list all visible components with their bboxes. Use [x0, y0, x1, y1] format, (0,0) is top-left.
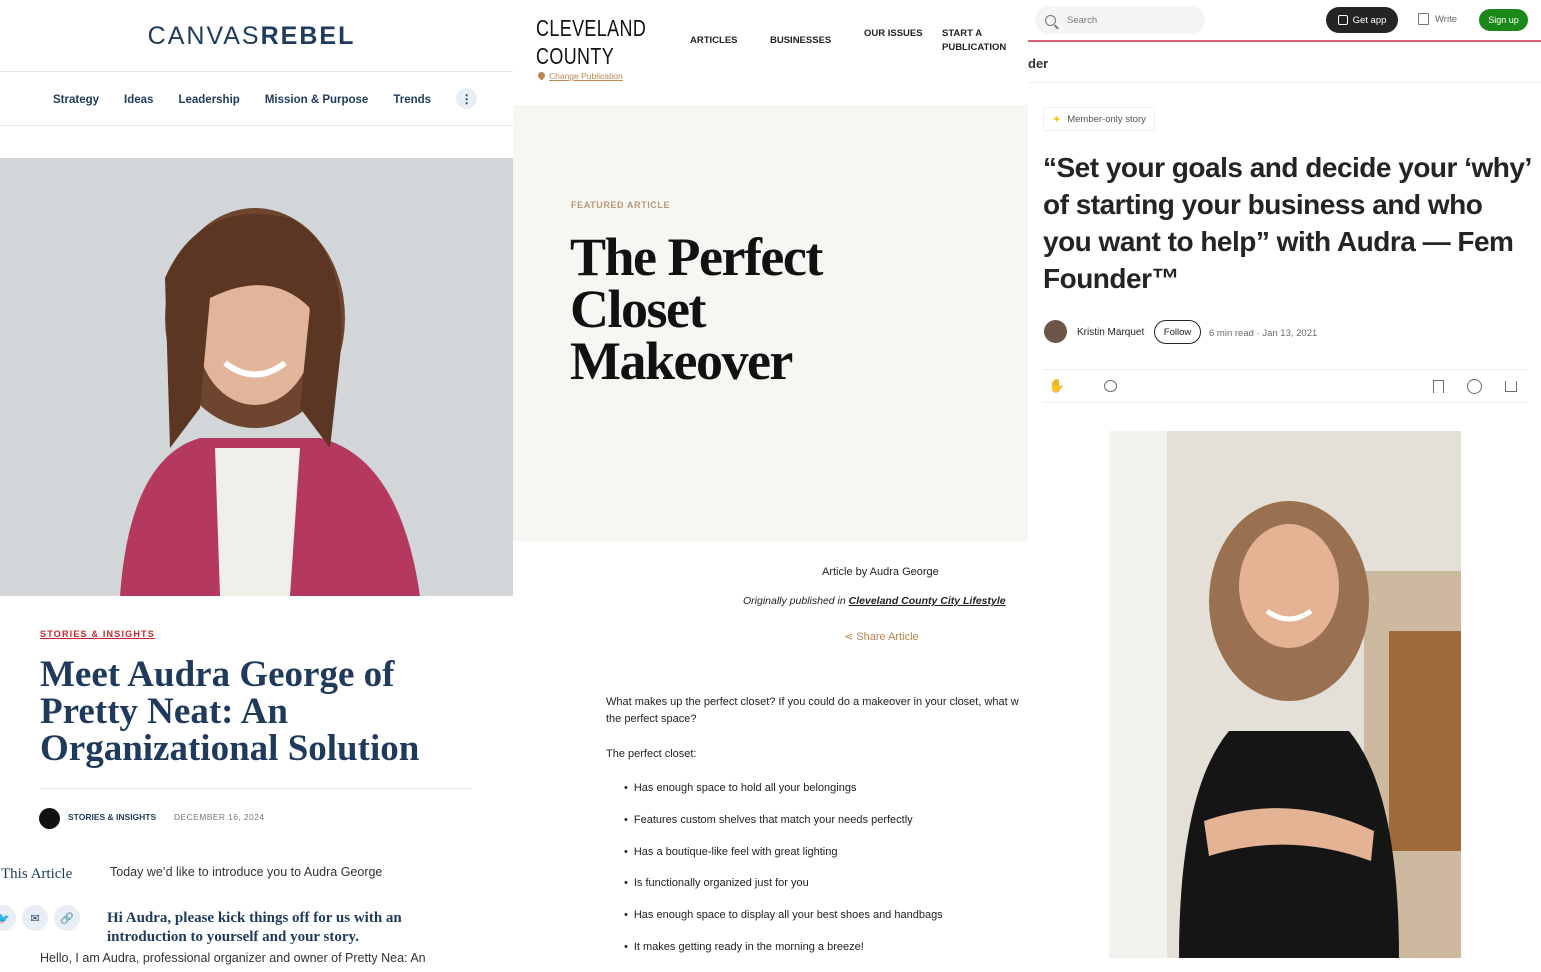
article-title: The Perfect Closet Makeover	[570, 227, 823, 391]
divider	[1028, 82, 1541, 83]
question-heading: Hi Audra, please kick things off for us …	[107, 910, 402, 945]
logo-bold-text: REBEL	[260, 22, 356, 50]
byline: Article by Audra George	[822, 566, 939, 578]
share-icon[interactable]	[1503, 378, 1519, 394]
search-placeholder: Search	[1067, 14, 1098, 26]
answer-text: Hello, I am Audra, professional organize…	[40, 951, 426, 965]
category-label[interactable]: STORIES & INSIGHTS	[40, 629, 155, 639]
search-icon	[1045, 14, 1056, 26]
article-title: “Set your goals and decide your ‘why’ of…	[1043, 152, 1531, 294]
bookmark-icon[interactable]	[1430, 378, 1446, 394]
article-meta: 6 min read · Jan 13, 2021	[1209, 328, 1317, 339]
publish-date: Jan 13, 2021	[1262, 328, 1318, 339]
search-input[interactable]: Search	[1035, 6, 1205, 34]
nav-leadership[interactable]: Leadership	[178, 94, 239, 106]
member-badge-label: Member-only story	[1067, 113, 1146, 125]
list-item: It makes getting ready in the morning a …	[624, 940, 943, 972]
write-button[interactable]: Write	[1418, 13, 1457, 25]
star-icon: ✦	[1052, 113, 1062, 126]
publication-name-partial[interactable]: der	[1028, 56, 1048, 71]
divider	[1043, 369, 1528, 370]
write-label: Write	[1435, 13, 1457, 25]
divider	[0, 71, 513, 72]
read-time: 6 min read	[1209, 328, 1254, 339]
paragraph-line: What makes up the perfect closet? If you…	[606, 696, 1019, 708]
location-pin-icon	[536, 70, 547, 81]
publication-link[interactable]: Cleveland County City Lifestyle	[849, 595, 1006, 607]
list-item: Has enough space to hold all your belong…	[624, 781, 943, 813]
comment-icon[interactable]	[1102, 378, 1118, 394]
twitter-icon[interactable]: 🐦	[0, 905, 16, 931]
article-body: What makes up the perfect closet? If you…	[606, 694, 1028, 781]
logo-text: CLEVELAND COUNTY	[536, 15, 647, 69]
publish-date: DECEMBER 16, 2024	[174, 812, 265, 822]
author-name[interactable]: Kristin Marquet	[1077, 327, 1144, 338]
get-app-label: Get app	[1352, 14, 1387, 26]
get-app-button[interactable]: Get app	[1326, 7, 1398, 33]
paragraph: The perfect closet:	[606, 748, 697, 760]
list-item: Has enough space to display all your bes…	[624, 908, 943, 940]
accent-divider	[1028, 40, 1541, 42]
nav-mission-purpose[interactable]: Mission & Purpose	[265, 94, 369, 106]
sidebar-label: This Article	[1, 866, 73, 882]
closet-features-list: Has enough space to hold all your belong…	[624, 781, 943, 972]
main-nav: ARTICLES BUSINESSES OUR ISSUES START A P…	[690, 27, 1022, 55]
canvasrebel-panel: CANVASREBEL Strategy Ideas Leadership Mi…	[0, 0, 513, 972]
nav-start-publication[interactable]: START A PUBLICATION	[942, 27, 1022, 55]
cleveland-logo[interactable]: CLEVELAND COUNTY	[536, 14, 653, 70]
change-publication-link[interactable]: Change Publication	[536, 70, 623, 81]
more-vertical-icon[interactable]: ⋮	[456, 88, 478, 109]
share-icon: ⋖	[844, 631, 854, 643]
play-icon[interactable]	[1466, 378, 1482, 394]
paragraph-line: the perfect space?	[606, 713, 697, 725]
list-item: Features custom shelves that match your …	[624, 813, 943, 845]
paragraph: What makes up the perfect closet? If you…	[606, 694, 1028, 728]
clap-icon[interactable]: ✋	[1049, 378, 1065, 394]
member-only-badge: ✦ Member-only story	[1043, 107, 1155, 131]
avatar[interactable]	[39, 808, 60, 829]
originally-published: Originally published in Cleveland County…	[743, 595, 1006, 607]
logo-light-text: CANVAS	[147, 22, 261, 50]
cleveland-panel: CLEVELAND COUNTY Change Publication ARTI…	[513, 0, 1028, 972]
author-link[interactable]: STORIES & INSIGHTS	[68, 812, 156, 822]
share-article-button[interactable]: ⋖ Share Article	[844, 630, 919, 643]
main-nav: Strategy Ideas Leadership Mission & Purp…	[53, 88, 478, 109]
canvasrebel-logo[interactable]: CANVASREBEL	[0, 22, 503, 51]
divider	[0, 125, 513, 126]
divider	[40, 788, 472, 789]
intro-text: Today we’d like to introduce you to Audr…	[110, 865, 383, 879]
list-item: Has a boutique-like feel with great ligh…	[624, 845, 943, 877]
share-article-label: Share Article	[856, 631, 919, 643]
featured-label: FEATURED ARTICLE	[571, 200, 671, 210]
qr-icon	[1337, 15, 1348, 25]
originally-published-text: Originally published in	[743, 595, 846, 607]
nav-ideas[interactable]: Ideas	[124, 94, 153, 106]
email-icon[interactable]: ✉	[22, 905, 48, 931]
nav-trends[interactable]: Trends	[393, 94, 431, 106]
sign-up-button[interactable]: Sign up	[1479, 9, 1528, 31]
nav-businesses[interactable]: BUSINESSES	[770, 34, 864, 55]
avatar[interactable]	[1044, 320, 1067, 343]
follow-button[interactable]: Follow	[1154, 320, 1201, 344]
nav-strategy[interactable]: Strategy	[53, 94, 99, 106]
share-buttons: 🐦 ✉ 🔗	[0, 905, 80, 931]
link-icon[interactable]: 🔗	[54, 905, 80, 931]
change-publication-text: Change Publication	[549, 71, 623, 81]
article-title: Meet Audra George of Pretty Neat: An Org…	[40, 654, 420, 769]
article-photo	[1109, 431, 1461, 958]
divider	[1043, 402, 1528, 403]
nav-our-issues[interactable]: OUR ISSUES	[864, 27, 942, 55]
medium-panel: Search Get app Write Sign up ⋮ der ✦ Mem…	[1028, 0, 1541, 972]
write-icon	[1418, 13, 1429, 25]
list-item: Is functionally organized just for you	[624, 876, 943, 908]
hero-photo	[0, 158, 513, 596]
nav-articles[interactable]: ARTICLES	[690, 34, 770, 55]
more-icon[interactable]: ⋮	[1537, 12, 1541, 23]
